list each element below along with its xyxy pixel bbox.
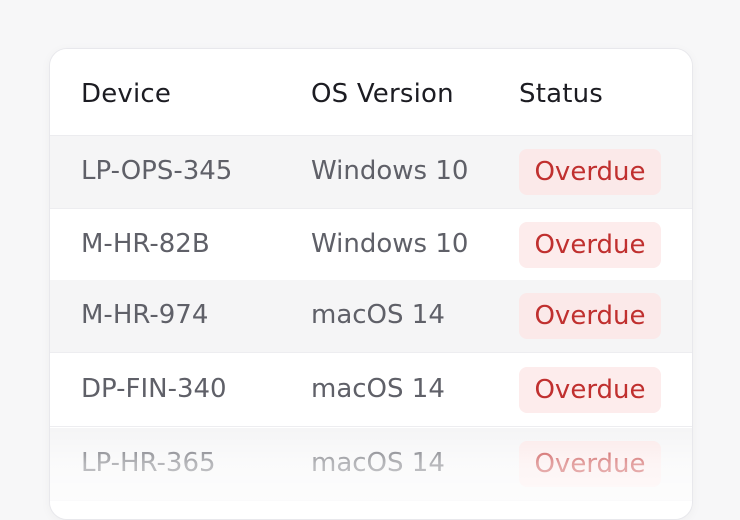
header-status[interactable]: Status [519, 79, 603, 109]
os-version: macOS 14 [311, 300, 445, 330]
os-version: macOS 14 [311, 374, 445, 404]
table-row[interactable]: M-HR-974 macOS 14 Overdue [50, 280, 692, 353]
os-version: macOS 14 [311, 448, 445, 478]
device-table-card: Device OS Version Status LP-OPS-345 Wind… [49, 48, 693, 520]
status-badge: Overdue [519, 293, 661, 339]
table-row[interactable]: DP-FIN-340 macOS 14 Overdue [50, 354, 692, 427]
table-header: Device OS Version Status [50, 49, 692, 136]
device-name: LP-OPS-345 [81, 156, 233, 186]
table-row[interactable]: LP-HR-365 macOS 14 Overdue [50, 428, 692, 501]
status-badge: Overdue [519, 149, 661, 195]
table-row[interactable]: LP-OPS-345 Windows 10 Overdue [50, 136, 692, 209]
status-badge: Overdue [519, 367, 661, 413]
status-badge: Overdue [519, 222, 661, 268]
header-device[interactable]: Device [81, 79, 171, 109]
header-os-version[interactable]: OS Version [311, 79, 454, 109]
status-badge: Overdue [519, 441, 661, 487]
device-name: DP-FIN-340 [81, 374, 227, 404]
device-name: M-HR-974 [81, 300, 209, 330]
device-name: M-HR-82B [81, 229, 210, 259]
os-version: Windows 10 [311, 229, 469, 259]
table-row[interactable]: M-HR-82B Windows 10 Overdue [50, 209, 692, 282]
device-name: LP-HR-365 [81, 448, 216, 478]
os-version: Windows 10 [311, 156, 469, 186]
